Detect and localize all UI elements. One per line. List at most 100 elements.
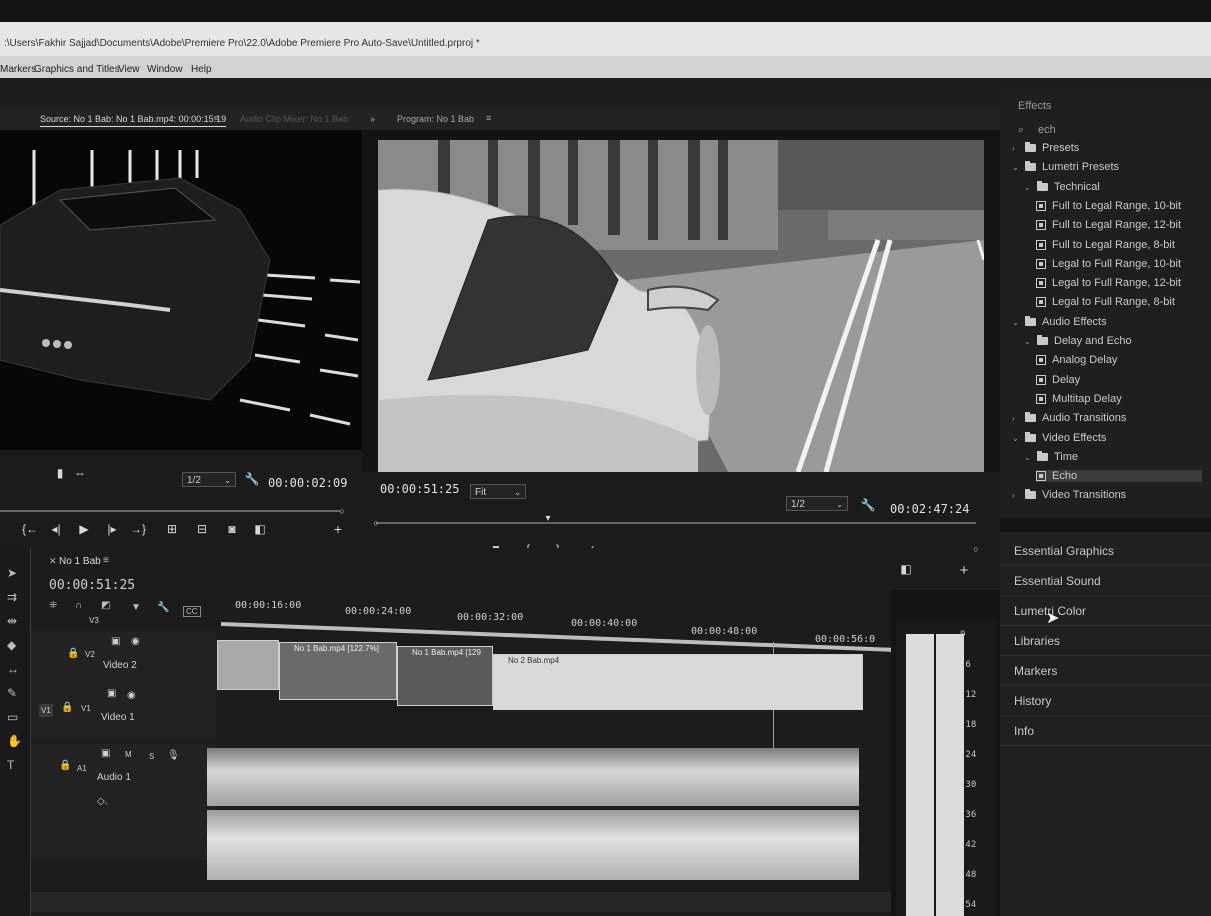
effects-folder[interactable]: ⌄ Audio Effects [1012, 316, 1202, 328]
effects-folder[interactable]: › Audio Transitions [1012, 412, 1202, 424]
rectangle-tool-icon[interactable]: ▭ [7, 710, 18, 724]
audio-waveform-right[interactable] [207, 810, 859, 880]
effects-search-input[interactable]: ech [1038, 124, 1056, 136]
sequence-tab[interactable]: No 1 Bab [59, 556, 101, 567]
effects-item[interactable]: Legal to Full Range, 8-bit [1036, 296, 1202, 308]
button-editor-icon[interactable]: ◧ [898, 562, 914, 576]
clip-v2[interactable] [217, 640, 279, 690]
panel-essential-graphics[interactable]: Essential Graphics [1000, 536, 1211, 566]
chevron-down-icon[interactable]: ⌄ [1012, 318, 1022, 327]
wrench-icon[interactable]: 🔧 [860, 498, 876, 512]
chevron-down-icon[interactable]: ⌄ [1012, 434, 1022, 443]
effects-item[interactable]: Legal to Full Range, 10-bit [1036, 258, 1202, 270]
add-button-icon[interactable]: + [330, 522, 346, 536]
selection-tool-icon[interactable]: ➤ [7, 566, 17, 580]
nest-icon[interactable]: ⁜ [49, 600, 57, 611]
chevron-right-icon[interactable]: › [1012, 414, 1022, 423]
effects-item[interactable]: Full to Legal Range, 10-bit [1036, 200, 1202, 212]
timeline-timecode[interactable]: 00:00:51:25 [49, 578, 135, 593]
razor-tool-icon[interactable]: ◆ [7, 638, 16, 652]
effects-folder[interactable]: › Video Transitions [1012, 489, 1202, 501]
clip-v1[interactable]: No 2 Bab.mp4 [493, 654, 863, 710]
film-icon[interactable]: ▣ [111, 636, 120, 647]
chevron-down-icon[interactable]: ⌄ [1024, 183, 1034, 192]
slip-tool-icon[interactable]: ↔ [7, 662, 19, 676]
insert-icon[interactable]: ⊞ [164, 522, 180, 536]
panel-essential-sound[interactable]: Essential Sound [1000, 566, 1211, 596]
effects-folder[interactable]: › Presets [1012, 142, 1202, 154]
go-to-out-icon[interactable]: →} [130, 522, 146, 536]
effects-item[interactable]: Multitap Delay [1036, 393, 1202, 405]
button-editor-icon[interactable]: ◧ [252, 522, 268, 536]
effects-folder[interactable]: ⌄ Delay and Echo [1024, 335, 1202, 347]
chevron-right-icon[interactable]: › [1012, 491, 1022, 500]
eye-icon[interactable]: ◉ [131, 636, 140, 647]
panel-lumetri-color[interactable]: Lumetri Color [1000, 596, 1211, 626]
step-back-icon[interactable]: ◂| [48, 522, 64, 536]
effects-folder[interactable]: ⌄ Lumetri Presets [1012, 161, 1202, 173]
play-icon[interactable]: ▶ [76, 522, 92, 536]
ripple-edit-tool-icon[interactable]: ⇹ [7, 614, 17, 628]
chevron-down-icon[interactable]: ⌄ [1024, 337, 1034, 346]
snap-icon[interactable]: ∩ [75, 600, 82, 611]
film-icon[interactable]: ▣ [101, 748, 110, 759]
linked-selection-icon[interactable]: ◩ [101, 600, 110, 611]
lock-icon[interactable]: 🔒 [59, 760, 71, 771]
mark-in-icon[interactable]: {← [22, 522, 38, 536]
tab-overflow-icon[interactable]: » [370, 114, 375, 124]
solo-button[interactable]: S [149, 752, 154, 761]
step-forward-icon[interactable]: |▸ [104, 522, 120, 536]
scrub-start-handle[interactable]: ○ [368, 516, 384, 530]
close-icon[interactable]: ✕ [49, 556, 57, 567]
effects-item[interactable]: Echo [1036, 470, 1202, 483]
keyframe-icon[interactable]: ◇. [97, 796, 107, 807]
menu-markers[interactable]: Markers [0, 64, 36, 75]
captions-icon[interactable]: CC [183, 606, 201, 617]
clip-v2[interactable]: No 1 Bab.mp4 [129 [397, 646, 493, 706]
settings-icon[interactable]: ⇔ [72, 466, 88, 480]
chevron-down-icon[interactable]: ⌄ [1012, 163, 1022, 172]
marker-icon[interactable]: ▮ [52, 466, 68, 480]
program-scrub-bar[interactable] [376, 522, 976, 524]
panel-info[interactable]: Info [1000, 716, 1211, 746]
sequence-menu-icon[interactable]: ≡ [103, 555, 109, 566]
add-marker-icon[interactable]: ▼ [131, 602, 141, 613]
track-select-tool-icon[interactable]: ⇉ [7, 590, 17, 604]
menu-graphics-and-titles[interactable]: Graphics and Titles [34, 64, 120, 75]
program-monitor-video[interactable] [378, 140, 984, 472]
effects-folder[interactable]: ⌄ Time [1024, 451, 1202, 463]
eye-icon[interactable]: ◉ [127, 690, 136, 701]
effects-folder[interactable]: ⌄ Video Effects [1012, 432, 1202, 444]
panel-markers[interactable]: Markers [1000, 656, 1211, 686]
chevron-right-icon[interactable]: › [1012, 144, 1022, 153]
pen-tool-icon[interactable]: ✎ [7, 686, 17, 700]
source-monitor-video[interactable] [0, 130, 362, 460]
program-fit-select[interactable]: Fit ⌄ [470, 484, 526, 499]
source-resolution-select[interactable]: 1/2 ⌄ [182, 472, 236, 487]
film-icon[interactable]: ▣ [107, 688, 116, 699]
overwrite-icon[interactable]: ⊟ [194, 522, 210, 536]
effects-item[interactable]: Analog Delay [1036, 354, 1202, 366]
menu-view[interactable]: View [118, 64, 140, 75]
timeline-scrollbar[interactable] [31, 892, 891, 912]
add-button-icon[interactable]: + [956, 563, 972, 578]
clip-v2[interactable]: No 1 Bab.mp4 [122.7%] [279, 642, 397, 700]
effects-item[interactable]: Full to Legal Range, 8-bit [1036, 239, 1202, 251]
chevron-down-icon[interactable]: ⌄ [1024, 453, 1034, 462]
wrench-icon[interactable]: 🔧 [244, 472, 260, 486]
panel-libraries[interactable]: Libraries [1000, 626, 1211, 656]
tab-program[interactable]: Program: No 1 Bab [397, 114, 474, 124]
panel-history[interactable]: History [1000, 686, 1211, 716]
menu-window[interactable]: Window [147, 64, 183, 75]
lock-icon[interactable]: 🔒 [61, 702, 73, 713]
playhead-marker[interactable]: ▾ [540, 512, 556, 526]
effects-item[interactable]: Legal to Full Range, 12-bit [1036, 277, 1202, 289]
menu-help[interactable]: Help [191, 64, 212, 75]
hand-tool-icon[interactable]: ✋ [7, 734, 22, 748]
camera-icon[interactable]: ◙ [224, 522, 240, 536]
program-resolution-select[interactable]: 1/2 ⌄ [786, 496, 848, 511]
scrub-end-handle[interactable]: ○ [334, 504, 350, 518]
wrench-icon[interactable]: 🔧 [157, 602, 169, 613]
source-scrub-bar[interactable] [0, 510, 340, 512]
type-tool-icon[interactable]: T [7, 758, 14, 772]
